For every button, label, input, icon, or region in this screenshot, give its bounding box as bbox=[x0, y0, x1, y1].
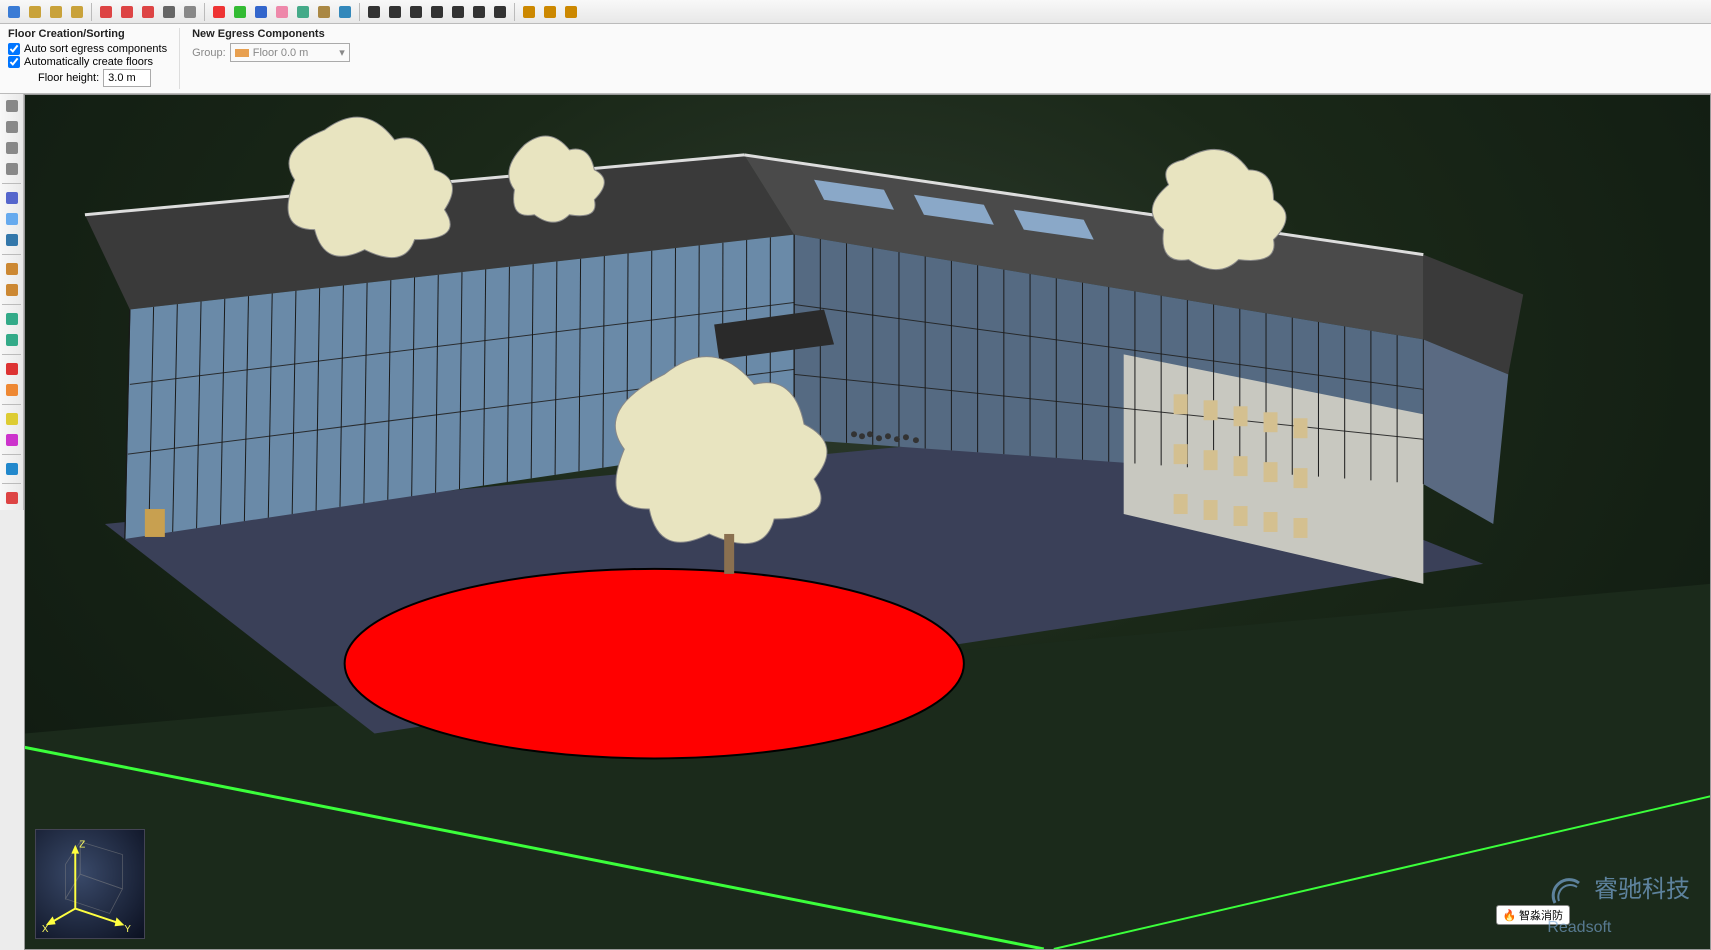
region-red[interactable] bbox=[2, 359, 22, 379]
zoom-tool[interactable] bbox=[448, 2, 468, 22]
snap-toggle[interactable] bbox=[519, 2, 539, 22]
add-group[interactable] bbox=[2, 280, 22, 300]
viewport-3d[interactable]: Z X Y 🔥 智淼消防 睿驰科技 Readsoft bbox=[24, 94, 1711, 950]
auto-sort-checkbox[interactable] bbox=[8, 43, 20, 55]
walk-tool[interactable] bbox=[406, 2, 426, 22]
render-green[interactable] bbox=[230, 2, 250, 22]
pan-tool[interactable] bbox=[385, 2, 405, 22]
material-2[interactable] bbox=[314, 2, 334, 22]
toolbar-separator bbox=[2, 454, 21, 455]
toolbar-separator bbox=[91, 3, 92, 21]
flow-1[interactable] bbox=[2, 309, 22, 329]
watermark: 睿驰科技 Readsoft bbox=[1547, 869, 1690, 939]
stair-tool[interactable] bbox=[2, 230, 22, 250]
toolbar-separator bbox=[2, 254, 21, 255]
toolbar-separator bbox=[2, 354, 21, 355]
new-file[interactable] bbox=[25, 2, 45, 22]
axis-y-label: Y bbox=[124, 924, 131, 935]
rotate-tool[interactable] bbox=[2, 117, 22, 137]
axes-gizmo[interactable]: Z X Y bbox=[35, 829, 145, 939]
new-egress-title: New Egress Components bbox=[192, 28, 350, 40]
options-panel: Floor Creation/Sorting Auto sort egress … bbox=[0, 24, 1711, 94]
add-occupant[interactable] bbox=[2, 259, 22, 279]
zoom-out[interactable] bbox=[490, 2, 510, 22]
wall-tool[interactable] bbox=[2, 188, 22, 208]
orbit-tool[interactable] bbox=[427, 2, 447, 22]
toolbar-separator bbox=[2, 304, 21, 305]
open-file[interactable] bbox=[46, 2, 66, 22]
group-label: Group: bbox=[192, 47, 226, 59]
flow-2[interactable] bbox=[2, 330, 22, 350]
circle-tool[interactable] bbox=[138, 2, 158, 22]
grid-collapse[interactable] bbox=[561, 2, 581, 22]
floor-height-input[interactable] bbox=[103, 69, 151, 87]
rect-tool[interactable] bbox=[117, 2, 137, 22]
door-tool[interactable] bbox=[2, 209, 22, 229]
material-1[interactable] bbox=[293, 2, 313, 22]
palette[interactable] bbox=[272, 2, 292, 22]
axis-z-label: Z bbox=[79, 840, 85, 851]
auto-create-label: Automatically create floors bbox=[24, 56, 153, 68]
grid-expand[interactable] bbox=[540, 2, 560, 22]
scale-tool[interactable] bbox=[2, 138, 22, 158]
floor-height-row: Floor height: bbox=[8, 69, 167, 87]
region-orange[interactable] bbox=[2, 380, 22, 400]
zoom-in[interactable] bbox=[469, 2, 489, 22]
measure-tool[interactable] bbox=[2, 159, 22, 179]
chevron-down-icon: ▾ bbox=[339, 46, 345, 59]
layer-yellow[interactable] bbox=[2, 409, 22, 429]
render-blue[interactable] bbox=[251, 2, 271, 22]
grid-tool[interactable] bbox=[2, 459, 22, 479]
floor-height-label: Floor height: bbox=[38, 72, 99, 84]
toolbar-separator bbox=[2, 183, 21, 184]
scene-render bbox=[25, 95, 1710, 949]
top-toolbar bbox=[0, 0, 1711, 24]
new-egress-group: New Egress Components Group: Floor 0.0 m… bbox=[192, 28, 362, 89]
render-red[interactable] bbox=[209, 2, 229, 22]
auto-create-row[interactable]: Automatically create floors bbox=[8, 56, 167, 68]
person-tool[interactable] bbox=[335, 2, 355, 22]
cube-tool[interactable] bbox=[180, 2, 200, 22]
box-select[interactable] bbox=[96, 2, 116, 22]
select-tool[interactable] bbox=[4, 2, 24, 22]
toolbar-separator bbox=[359, 3, 360, 21]
auto-create-checkbox[interactable] bbox=[8, 56, 20, 68]
pointer[interactable] bbox=[364, 2, 384, 22]
left-toolbar bbox=[0, 94, 24, 510]
toolbar-separator bbox=[2, 483, 21, 484]
toolbar-separator bbox=[514, 3, 515, 21]
floor-creation-title: Floor Creation/Sorting bbox=[8, 28, 167, 40]
floor-icon bbox=[235, 49, 249, 57]
save-file[interactable] bbox=[67, 2, 87, 22]
group-value: Floor 0.0 m bbox=[253, 47, 309, 59]
group-row: Group: Floor 0.0 m ▾ bbox=[192, 43, 350, 62]
auto-sort-row[interactable]: Auto sort egress components bbox=[8, 43, 167, 55]
mesh-tool[interactable] bbox=[159, 2, 179, 22]
layer-magenta[interactable] bbox=[2, 430, 22, 450]
toolbar-separator bbox=[2, 404, 21, 405]
toolbar-separator bbox=[204, 3, 205, 21]
query-tool[interactable] bbox=[2, 488, 22, 508]
floor-creation-group: Floor Creation/Sorting Auto sort egress … bbox=[8, 28, 180, 89]
group-select[interactable]: Floor 0.0 m ▾ bbox=[230, 43, 350, 62]
auto-sort-label: Auto sort egress components bbox=[24, 43, 167, 55]
move-tool[interactable] bbox=[2, 96, 22, 116]
axis-x-label: X bbox=[42, 924, 49, 935]
